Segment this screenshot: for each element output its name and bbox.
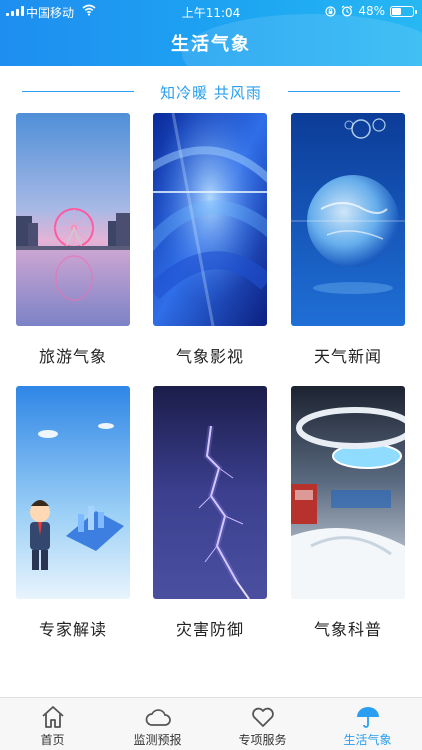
disaster-prevention-image xyxy=(153,386,267,599)
card-expert-analysis[interactable]: 专家解读 xyxy=(16,386,130,639)
expert-analysis-image xyxy=(16,386,130,599)
card-label: 气象影视 xyxy=(175,347,244,366)
tab-life-weather[interactable]: 生活气象 xyxy=(315,698,420,750)
slogan-divider-right xyxy=(288,91,400,92)
card-label: 灾害防御 xyxy=(175,620,244,639)
tourism-image xyxy=(16,113,130,326)
card-weather-tv[interactable]: 气象影视 xyxy=(153,113,267,366)
page-title: 生活气象 xyxy=(171,34,251,55)
card-label: 天气新闻 xyxy=(313,347,382,366)
umbrella-icon xyxy=(356,707,379,728)
slogan-text: 知冷暖 共风雨 xyxy=(160,84,262,102)
battery-percent: 48% xyxy=(358,4,385,18)
tab-label: 首页 xyxy=(40,733,65,747)
card-label: 专家解读 xyxy=(38,620,107,639)
home-icon xyxy=(41,706,64,728)
card-label: 气象科普 xyxy=(313,620,382,639)
card-tourism-weather[interactable]: 旅游气象 xyxy=(16,113,130,366)
heart-icon xyxy=(251,707,274,727)
weather-tv-image xyxy=(153,113,267,326)
weather-science-image xyxy=(291,386,405,599)
card-disaster-prevention[interactable]: 灾害防御 xyxy=(153,386,267,639)
tab-label: 监测预报 xyxy=(133,733,182,747)
rotation-lock-icon xyxy=(325,5,336,17)
card-label: 旅游气象 xyxy=(38,347,107,366)
card-weather-news[interactable]: 天气新闻 xyxy=(291,113,405,366)
battery-icon xyxy=(390,5,417,17)
tab-home[interactable]: 首页 xyxy=(0,698,105,750)
header-bar: 中国移动 上午11:04 48% 生活气象 xyxy=(0,0,422,66)
tab-label: 生活气象 xyxy=(343,733,392,747)
cloud-icon xyxy=(145,709,171,726)
tab-special-services[interactable]: 专项服务 xyxy=(210,698,315,750)
slogan-row: 知冷暖 共风雨 xyxy=(0,80,422,104)
card-weather-science[interactable]: 气象科普 xyxy=(291,386,405,639)
tab-monitoring-forecast[interactable]: 监测预报 xyxy=(105,698,210,750)
tab-bar: 首页 监测预报 专项服务 生活气象 xyxy=(0,697,422,750)
status-bar: 中国移动 上午11:04 48% xyxy=(0,0,422,22)
alarm-icon xyxy=(341,5,353,17)
weather-news-image xyxy=(291,113,405,326)
tab-label: 专项服务 xyxy=(238,733,287,747)
